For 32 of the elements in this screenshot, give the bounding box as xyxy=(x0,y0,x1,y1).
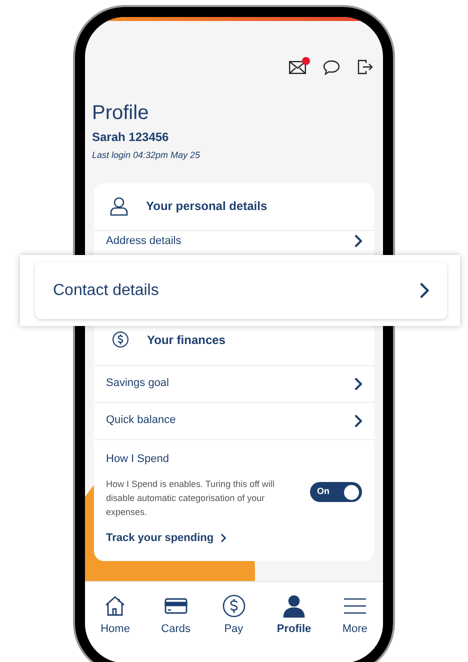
chevron-right-icon xyxy=(354,414,362,426)
chevron-right-icon xyxy=(354,378,362,390)
last-login-text: Last login 04:32pm May 25 xyxy=(92,149,202,162)
track-spending-link[interactable]: Track your spending xyxy=(106,530,226,546)
mail-icon[interactable] xyxy=(289,60,306,74)
nav-tab[interactable]: Pay xyxy=(222,594,246,637)
person-icon xyxy=(282,594,306,618)
nav-tab[interactable]: More xyxy=(342,594,368,637)
menu-icon xyxy=(342,596,367,616)
chevron-right-icon xyxy=(220,533,226,544)
nav-tab[interactable]: Profile xyxy=(276,594,312,637)
toggle-switch[interactable]: On xyxy=(310,482,362,502)
list-row[interactable]: Savings goal xyxy=(94,364,374,402)
user-name: Sarah 123456 xyxy=(92,129,170,146)
list-row[interactable]: Quick balance xyxy=(94,402,374,438)
nav-tab[interactable]: Cards xyxy=(161,594,190,637)
contact-details-row[interactable]: Contact details xyxy=(35,262,447,319)
chat-bubble-icon[interactable] xyxy=(323,60,340,74)
section-heading: Your finances xyxy=(147,332,226,348)
dollar-circle-icon xyxy=(222,594,246,618)
dollar-circle-icon xyxy=(112,331,129,348)
description-text: How I Spend is enables. Turing this off will disable automatic categorisation of your expenses. xyxy=(106,478,276,519)
chevron-right-icon xyxy=(354,235,362,247)
section-heading: Your personal details xyxy=(146,198,268,215)
person-outline-icon xyxy=(110,196,128,216)
list-row[interactable]: Address details xyxy=(94,230,374,252)
card-icon xyxy=(164,596,188,616)
section-subheading: How I Spend xyxy=(106,452,170,466)
nav-tab[interactable]: Home xyxy=(100,594,130,637)
page-title: Profile xyxy=(92,101,150,126)
logout-icon[interactable] xyxy=(357,59,373,75)
chevron-right-icon xyxy=(419,283,429,298)
